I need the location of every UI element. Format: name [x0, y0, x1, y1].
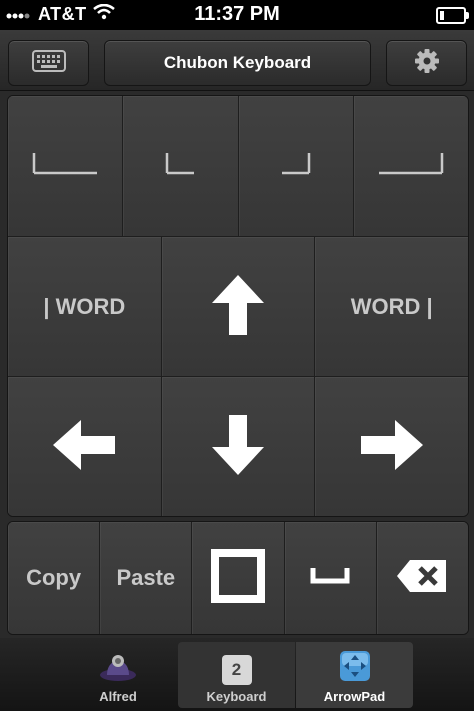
tab-alfred[interactable]: Alfred — [60, 642, 176, 708]
arrow-right-key[interactable] — [315, 377, 468, 516]
alfred-hat-icon — [98, 648, 138, 685]
backspace-icon — [396, 559, 448, 598]
arrow-down-key[interactable] — [161, 377, 316, 516]
gear-icon — [414, 48, 440, 79]
arrow-left-key[interactable] — [8, 377, 162, 516]
keyboard-number-icon: 2 — [221, 655, 252, 685]
word-right-key[interactable]: WORD | — [315, 237, 468, 377]
arrow-left-icon — [51, 418, 117, 477]
settings-button[interactable] — [386, 40, 467, 86]
word-left-key[interactable]: | WORD — [8, 237, 162, 377]
keyboard-toggle-button[interactable] — [8, 40, 89, 86]
word-right-label: WORD | — [350, 294, 433, 319]
line-start-key[interactable] — [8, 96, 124, 236]
word-left-label: | WORD — [43, 294, 126, 319]
tab-alfred-label: Alfred — [99, 689, 137, 704]
paste-button[interactable]: Paste — [100, 522, 193, 634]
line-end-key[interactable] — [353, 96, 468, 236]
word-start-icon — [164, 151, 196, 182]
arrow-pad: | WORD WORD | — [7, 95, 469, 517]
tab-arrowpad-label: ArrowPad — [323, 689, 386, 704]
edit-row: Copy Paste — [8, 522, 468, 634]
tab-arrowpad[interactable]: ArrowPad — [296, 642, 413, 708]
backspace-button[interactable] — [376, 522, 468, 634]
keyboard-icon — [31, 49, 66, 77]
select-square-icon — [211, 548, 265, 608]
tab-keyboard[interactable]: 2 Keyboard — [178, 642, 295, 708]
arrow-right-icon — [359, 418, 425, 477]
copy-button[interactable]: Copy — [8, 522, 101, 634]
space-button[interactable] — [284, 522, 377, 634]
status-bar: AT&T 11:37 PM — [0, 0, 474, 30]
arrow-up-icon — [210, 273, 266, 342]
arrow-row — [8, 376, 468, 516]
edit-panel: Copy Paste — [7, 521, 469, 635]
status-time: 11:37 PM — [194, 3, 280, 25]
arrow-up-key[interactable] — [161, 237, 316, 377]
tab-bar: Alfred 2 Keyboard ArrowPad — [0, 638, 474, 711]
tab-keyboard-label: Keyboard — [206, 689, 267, 704]
paste-label: Paste — [116, 565, 176, 590]
title-button[interactable]: Chubon Keyboard — [104, 40, 371, 86]
nav-bar: Chubon Keyboard — [0, 30, 474, 91]
word-end-key[interactable] — [238, 96, 354, 236]
space-icon — [310, 567, 350, 590]
line-end-icon — [377, 151, 445, 182]
arrowpad-icon — [339, 650, 371, 685]
line-start-icon — [31, 151, 99, 182]
word-start-key[interactable] — [123, 96, 239, 236]
arrow-down-icon — [210, 413, 266, 482]
battery-icon — [436, 7, 469, 24]
copy-label: Copy — [26, 565, 82, 590]
word-end-icon — [280, 151, 312, 182]
word-row: | WORD WORD | — [8, 236, 468, 377]
select-button[interactable] — [192, 522, 285, 634]
cursor-row — [8, 96, 468, 236]
